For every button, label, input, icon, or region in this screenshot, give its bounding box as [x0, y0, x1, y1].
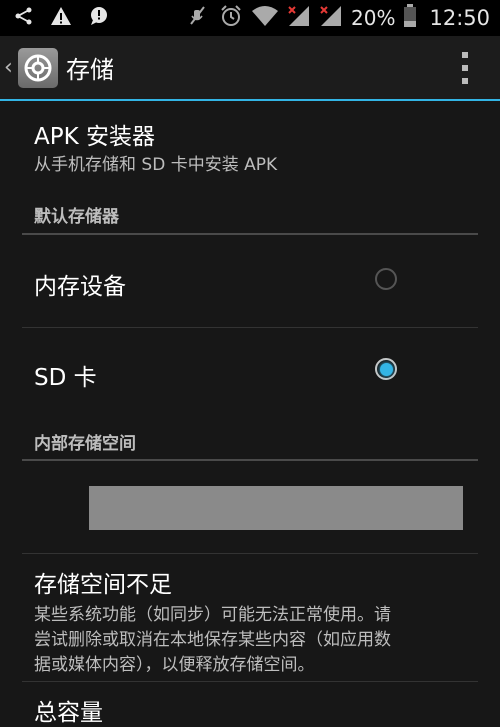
summary-line: 据或媒体内容），以便释放存储空间。	[34, 655, 315, 675]
total-capacity-title: 总容量	[34, 700, 103, 726]
summary-line: 某些系统功能（如同步）可能无法正常使用。请	[34, 605, 391, 625]
apk-installer-pref[interactable]: APK 安装器 从手机存储和 SD 卡中安装 APK	[34, 117, 277, 178]
back-chevron-icon[interactable]: ‹	[4, 55, 16, 80]
radio-internal-storage[interactable]	[375, 268, 397, 290]
low-storage-title: 存储空间不足	[34, 572, 172, 598]
low-storage-summary: 某些系统功能（如同步）可能无法正常使用。请 尝试删除或取消在本地保存某些内容（如…	[34, 603, 391, 678]
divider	[22, 233, 478, 235]
option-label: SD 卡	[34, 365, 97, 391]
wifi-icon	[251, 5, 279, 31]
page-title: 存储	[66, 56, 114, 84]
low-storage-pref[interactable]: 存储空间不足 某些系统功能（如同步）可能无法正常使用。请 尝试删除或取消在本地保…	[34, 565, 391, 678]
overflow-menu-icon[interactable]	[460, 52, 470, 84]
divider	[22, 459, 478, 461]
status-bar: 20% 12:50	[0, 0, 500, 36]
divider	[22, 553, 478, 554]
option-sd-card[interactable]: SD 卡	[34, 358, 97, 392]
storage-settings-icon[interactable]	[18, 47, 58, 88]
total-capacity-pref[interactable]: 总容量	[34, 693, 103, 727]
status-time: 12:50	[429, 6, 490, 30]
chat-icon	[88, 6, 110, 30]
default-storage-header: 默认存储器	[34, 207, 119, 227]
internal-storage-header: 内部存储空间	[34, 434, 136, 454]
action-bar: ‹ 存储	[0, 36, 500, 101]
apk-installer-summary: 从手机存储和 SD 卡中安装 APK	[34, 155, 278, 175]
signal-icon	[287, 5, 311, 31]
signal-icon	[319, 5, 343, 31]
mute-icon	[187, 4, 211, 32]
divider	[22, 681, 478, 682]
battery-percent: 20%	[351, 6, 396, 30]
apk-installer-title: APK 安装器	[34, 124, 155, 150]
summary-line: 尝试删除或取消在本地保存某些内容（如应用数	[34, 630, 391, 650]
battery-icon	[403, 4, 417, 32]
alarm-icon	[219, 4, 243, 32]
storage-usage-bar	[89, 486, 463, 530]
divider	[22, 327, 478, 328]
share-icon	[14, 6, 34, 30]
radio-sd-card[interactable]	[375, 358, 397, 380]
option-internal-storage[interactable]: 内存设备	[34, 267, 126, 301]
option-label: 内存设备	[34, 274, 126, 300]
warning-icon	[50, 6, 72, 30]
